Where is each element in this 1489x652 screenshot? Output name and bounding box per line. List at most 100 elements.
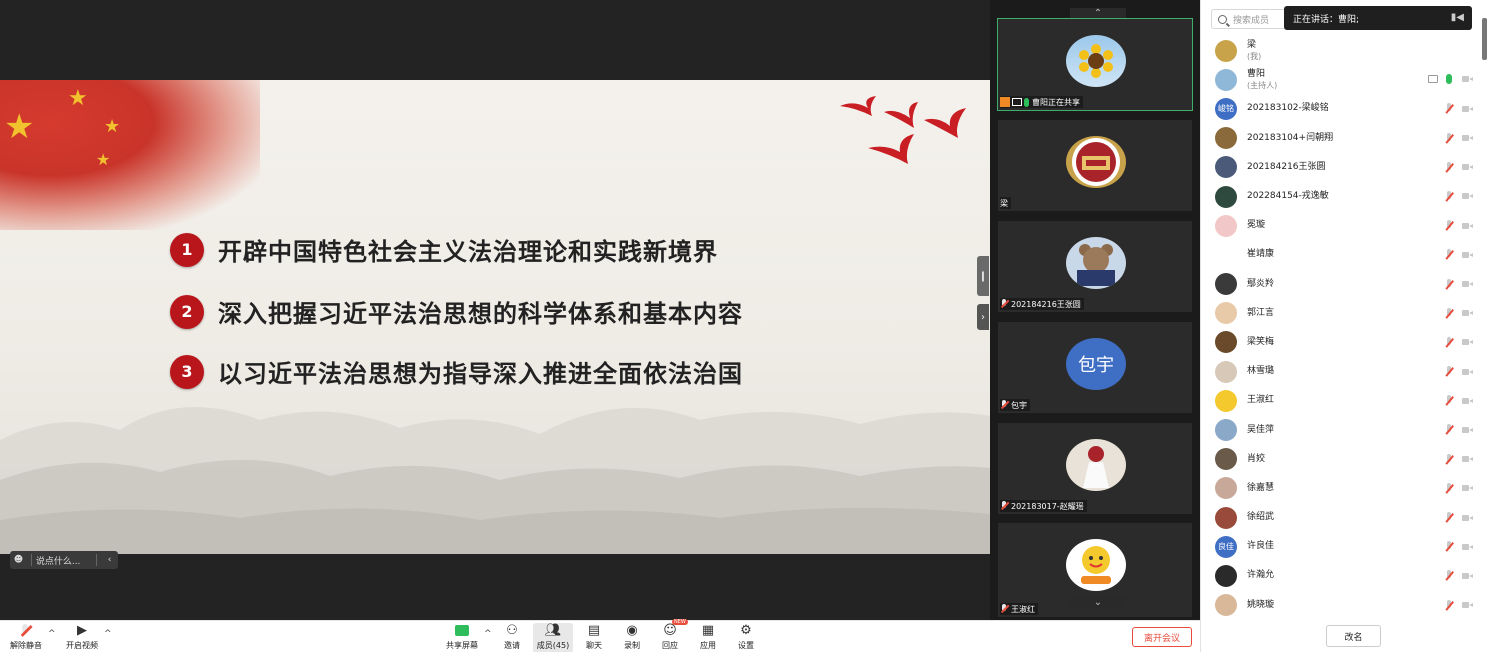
participant-row[interactable]: 202284154-戎逸敏 bbox=[1201, 182, 1481, 211]
mic-muted-icon[interactable] bbox=[1444, 395, 1454, 406]
avatar bbox=[1215, 156, 1237, 179]
camera-off-icon[interactable] bbox=[1462, 280, 1473, 288]
camera-off-icon[interactable] bbox=[1462, 192, 1473, 200]
mic-muted-icon[interactable] bbox=[1444, 307, 1454, 319]
scroll-down-icon[interactable]: ⌄ bbox=[1070, 597, 1126, 609]
apps-button[interactable]: ▦ 应用 bbox=[696, 623, 720, 652]
participant-row[interactable]: 姚晓璇 bbox=[1201, 591, 1481, 620]
participant-name: 郭江言 bbox=[1247, 307, 1275, 318]
mic-muted-icon[interactable] bbox=[1444, 541, 1454, 552]
invite-button[interactable]: ⚇ 邀请 bbox=[498, 623, 526, 652]
participant-name: 王淑红 bbox=[1247, 395, 1275, 406]
participant-row[interactable]: 林雪璐 bbox=[1201, 357, 1481, 386]
camera-off-icon[interactable] bbox=[1462, 397, 1473, 405]
leave-meeting-button[interactable]: 离开会议 bbox=[1132, 627, 1192, 647]
participant-row[interactable]: 梁 (我) bbox=[1201, 36, 1481, 65]
participant-row[interactable]: 冕璇 bbox=[1201, 211, 1481, 240]
avatar bbox=[1215, 185, 1237, 208]
video-options-caret-icon[interactable]: ^ bbox=[104, 629, 112, 639]
chat-placeholder[interactable]: 说点什么... bbox=[36, 554, 92, 567]
camera-off-icon[interactable] bbox=[1462, 309, 1473, 317]
rename-button[interactable]: 改名 bbox=[1326, 625, 1381, 647]
thumbnail-tile[interactable]: 梁 bbox=[997, 119, 1193, 212]
thumbnail-tile[interactable]: 202184216王张圆 bbox=[997, 220, 1193, 313]
mic-muted-icon[interactable] bbox=[1444, 220, 1454, 231]
panel-toggle-handle[interactable]: ❙ bbox=[977, 256, 989, 296]
participant-row[interactable]: 徐嘉慧 bbox=[1201, 474, 1481, 503]
participant-list: 梁 (我) 曹阳 (主持人) 峻铭 202183102-梁峻铭 202183104+闫朝翔 2… bbox=[1201, 36, 1481, 620]
camera-off-icon[interactable] bbox=[1462, 163, 1473, 171]
start-video-button[interactable]: ▶︎ 开启视频 bbox=[62, 623, 102, 652]
mic-muted-icon[interactable] bbox=[1444, 190, 1454, 202]
participant-row[interactable]: 许瀚允 bbox=[1201, 561, 1481, 590]
speaking-indicator: 正在讲话：曹阳; ▮◀ bbox=[1284, 6, 1472, 30]
camera-off-icon[interactable] bbox=[1462, 134, 1473, 142]
mic-muted-icon[interactable] bbox=[1444, 453, 1454, 465]
thumbnail-label: 202183017-赵耀瑶 bbox=[1000, 500, 1087, 512]
mic-muted-icon[interactable] bbox=[1444, 366, 1454, 377]
camera-off-icon[interactable] bbox=[1462, 426, 1473, 434]
mic-muted-icon[interactable] bbox=[1444, 599, 1454, 611]
participant-row[interactable]: 肖姣 bbox=[1201, 445, 1481, 474]
mic-muted-icon[interactable] bbox=[1444, 132, 1454, 144]
mic-muted-icon[interactable] bbox=[1444, 482, 1454, 494]
mic-muted-icon[interactable] bbox=[1444, 512, 1454, 523]
mic-muted-icon bbox=[1000, 501, 1008, 511]
participant-row[interactable]: 202183104+闫朝翔 bbox=[1201, 124, 1481, 153]
reaction-button[interactable]: ☺ NEW 回应 bbox=[658, 619, 688, 652]
mic-muted-icon[interactable] bbox=[1444, 161, 1454, 173]
audio-options-caret-icon[interactable]: ^ bbox=[48, 629, 56, 639]
mic-on-icon bbox=[1024, 97, 1029, 107]
camera-off-icon[interactable] bbox=[1462, 543, 1473, 551]
avatar bbox=[1215, 127, 1237, 150]
share-options-caret-icon[interactable]: ^ bbox=[484, 629, 492, 639]
thumbnail-tile[interactable]: 202183017-赵耀瑶 bbox=[997, 422, 1193, 515]
participant-row[interactable]: 徐绍武 bbox=[1201, 503, 1481, 532]
participant-name: 崔靖康 bbox=[1247, 249, 1275, 260]
avatar bbox=[1215, 506, 1237, 529]
participant-row[interactable]: 王淑红 bbox=[1201, 386, 1481, 415]
camera-off-icon[interactable] bbox=[1462, 368, 1473, 376]
members-button[interactable]: 👥︎ 成员(45) bbox=[533, 623, 573, 652]
participant-row[interactable]: 鄢炎羚 bbox=[1201, 270, 1481, 299]
camera-off-icon[interactable] bbox=[1462, 514, 1473, 522]
unmute-button[interactable]: 解除静音 bbox=[6, 623, 46, 652]
participant-row[interactable]: 202184216王张圆 bbox=[1201, 153, 1481, 182]
mic-muted-icon[interactable] bbox=[1444, 570, 1454, 581]
participant-row[interactable]: 郭江言 bbox=[1201, 299, 1481, 328]
participant-row[interactable]: 崔靖康 bbox=[1201, 240, 1481, 269]
thumbnail-tile[interactable]: 包宇 包宇 bbox=[997, 321, 1193, 414]
camera-off-icon[interactable] bbox=[1462, 222, 1473, 230]
record-button[interactable]: ◉ 录制 bbox=[620, 623, 644, 652]
record-icon: ◉ bbox=[626, 623, 638, 638]
share-screen-button[interactable]: 共享屏幕 bbox=[442, 623, 482, 652]
settings-button[interactable]: ⚙ 设置 bbox=[734, 623, 758, 652]
chat-input-bar[interactable]: ☻ 说点什么... ‹ bbox=[10, 551, 118, 569]
mic-muted-icon[interactable] bbox=[1444, 249, 1454, 260]
participant-row[interactable]: 良佳 许良佳 bbox=[1201, 532, 1481, 561]
search-members-input[interactable]: 搜索成员 bbox=[1211, 9, 1291, 29]
mic-muted-icon[interactable] bbox=[1444, 278, 1454, 290]
camera-off-icon[interactable] bbox=[1462, 572, 1473, 580]
participant-scrollbar[interactable] bbox=[1482, 18, 1487, 60]
collapse-chat-icon[interactable]: ‹ bbox=[101, 551, 118, 569]
participant-row[interactable]: 吴佳萍 bbox=[1201, 415, 1481, 444]
mic-muted-icon[interactable] bbox=[1444, 424, 1454, 435]
camera-off-icon[interactable] bbox=[1462, 105, 1473, 113]
participant-row[interactable]: 梁笑梅 bbox=[1201, 328, 1481, 357]
camera-off-icon[interactable] bbox=[1462, 338, 1473, 346]
camera-off-icon[interactable] bbox=[1462, 455, 1473, 463]
expand-arrow-icon[interactable]: › bbox=[977, 304, 989, 330]
mic-muted-icon[interactable] bbox=[1444, 103, 1454, 114]
camera-off-icon[interactable] bbox=[1462, 484, 1473, 492]
chat-button[interactable]: ▤ 聊天 bbox=[582, 623, 606, 652]
cartoon-sun-avatar bbox=[1066, 539, 1126, 591]
thumbnail-tile[interactable]: 曹阳正在共享 bbox=[997, 18, 1193, 111]
mic-muted-icon[interactable] bbox=[1444, 336, 1454, 348]
participant-row[interactable]: 峻铭 202183102-梁峻铭 bbox=[1201, 94, 1481, 123]
emoji-icon[interactable]: ☻ bbox=[10, 551, 27, 569]
camera-off-icon[interactable] bbox=[1462, 251, 1473, 259]
participant-row[interactable]: 曹阳 (主持人) bbox=[1201, 65, 1481, 94]
camera-off-icon[interactable] bbox=[1462, 601, 1473, 609]
camera-off-icon[interactable] bbox=[1462, 75, 1473, 83]
